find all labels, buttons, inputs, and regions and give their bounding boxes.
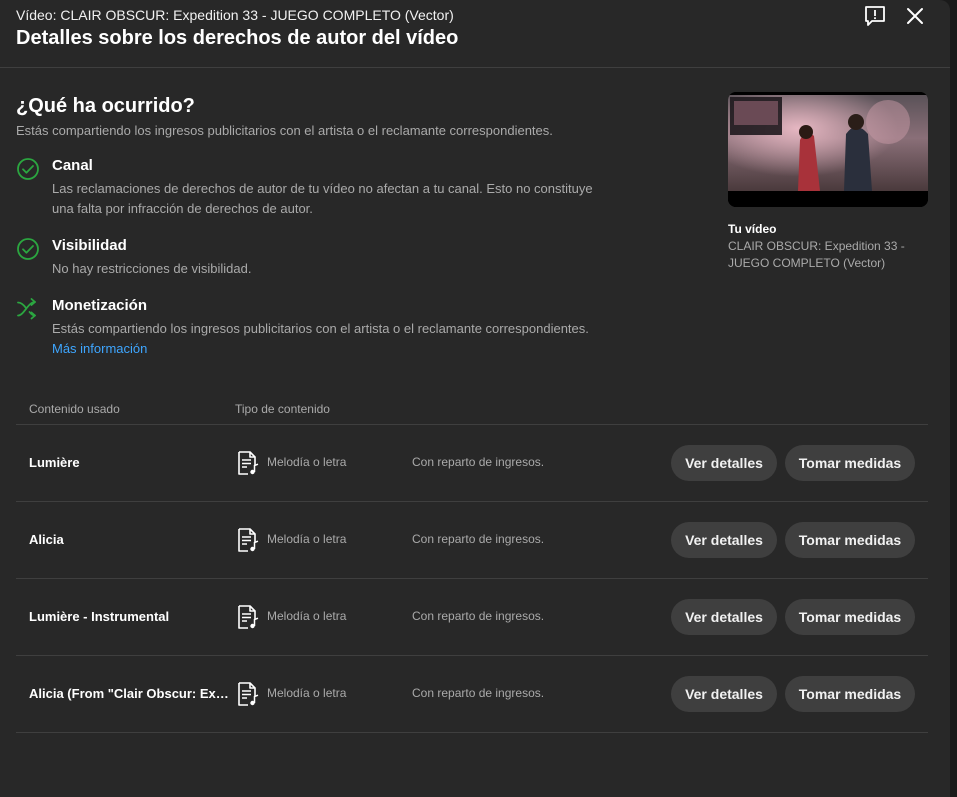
shuffle-icon [17,298,36,320]
content-type: Melodía o letra [267,686,347,700]
table-row: Lumière - Instrumental Melodía o letra C… [16,578,928,655]
take-action-button[interactable]: Tomar medidas [785,522,915,558]
view-details-button[interactable]: Ver detalles [671,522,777,558]
more-info-link[interactable]: Más información [52,341,147,356]
video-subtitle: Vídeo: CLAIR OBSCUR: Expedition 33 - JUE… [16,7,454,23]
content-type: Melodía o letra [267,455,347,469]
view-details-button[interactable]: Ver detalles [671,445,777,481]
content-status: Con reparto de ingresos. [412,532,545,546]
dialog-header: Vídeo: CLAIR OBSCUR: Expedition 33 - JUE… [0,0,950,68]
feedback-icon [865,6,885,26]
take-action-button[interactable]: Tomar medidas [785,676,915,712]
status-item-description-text: Estás compartiendo los ingresos publicit… [52,321,589,336]
music-document-icon [238,528,259,552]
feedback-button[interactable] [862,3,888,29]
status-item-title: Canal [52,157,93,174]
status-item-description: Las reclamaciones de derechos de autor d… [52,181,593,216]
content-name: Alicia (From "Clair Obscur: Expedition 3… [29,686,229,701]
your-video-title[interactable]: CLAIR OBSCUR: Expedition 33 - JUEGO COMP… [728,238,928,272]
table-row: Alicia (From "Clair Obscur: Expedition 3… [16,655,928,733]
status-item-title: Visibilidad [52,237,127,254]
take-action-button[interactable]: Tomar medidas [785,445,915,481]
table-row: Alicia Melodía o letra Con reparto de in… [16,501,928,578]
table-row: Lumière Melodía o letra Con reparto de i… [16,424,928,501]
content-name: Alicia [29,532,64,547]
music-document-icon [238,682,259,706]
thumbnail-image [728,92,928,207]
content-name: Lumière [29,455,80,470]
column-header-type: Tipo de contenido [235,402,330,416]
what-happened-title: ¿Qué ha ocurrido? [16,95,195,117]
close-icon [907,8,923,24]
content-type: Melodía o letra [267,532,347,546]
your-video-label: Tu vídeo [728,222,777,236]
claims-table: Lumière Melodía o letra Con reparto de i… [16,424,928,733]
copyright-details-dialog: Vídeo: CLAIR OBSCUR: Expedition 33 - JUE… [0,0,950,797]
content-status: Con reparto de ingresos. [412,686,545,700]
content-status: Con reparto de ingresos. [412,609,545,623]
dialog-title: Detalles sobre los derechos de autor del… [16,27,459,49]
view-details-button[interactable]: Ver detalles [671,599,777,635]
content-status: Con reparto de ingresos. [412,455,545,469]
status-item-title: Monetización [52,297,148,314]
video-thumbnail[interactable] [728,92,928,207]
status-item-description: Estás compartiendo los ingresos publicit… [52,319,612,359]
take-action-button[interactable]: Tomar medidas [785,599,915,635]
check-circle-icon [17,238,39,260]
view-details-button[interactable]: Ver detalles [671,676,777,712]
close-button[interactable] [902,3,928,29]
column-header-content: Contenido usado [29,402,120,416]
what-happened-description: Estás compartiendo los ingresos publicit… [16,123,553,138]
music-document-icon [238,451,259,475]
content-type: Melodía o letra [267,609,347,623]
music-document-icon [238,605,259,629]
content-name: Lumière - Instrumental [29,609,170,624]
check-circle-icon [17,158,39,180]
status-item-description: No hay restricciones de visibilidad. [52,261,252,276]
